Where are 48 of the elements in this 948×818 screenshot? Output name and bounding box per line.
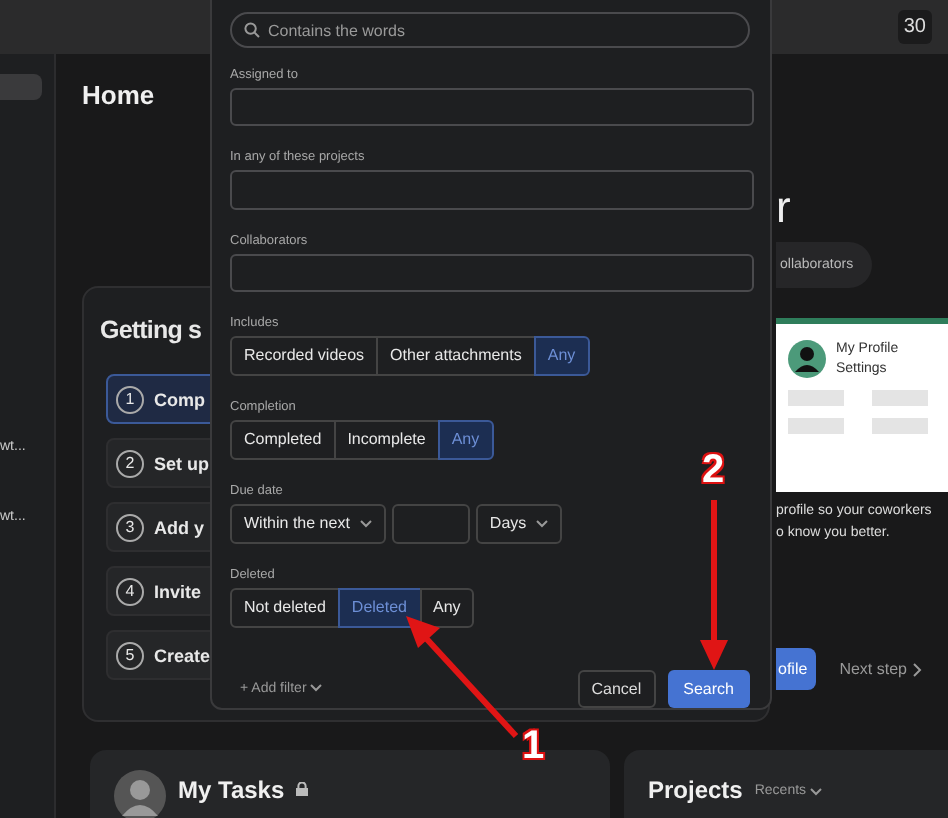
step-number: 1	[116, 385, 144, 413]
caret-icon	[810, 787, 823, 795]
input-field[interactable]	[230, 88, 754, 127]
step-number: 5	[116, 641, 144, 669]
caret-icon	[310, 684, 323, 693]
avatar-icon	[114, 770, 166, 818]
sidebar-search-field[interactable]	[0, 74, 42, 100]
placeholder-bar	[872, 418, 928, 434]
page-title: Home	[82, 80, 155, 110]
segment-option[interactable]: Other attachments	[376, 335, 536, 376]
cancel-button[interactable]: Cancel	[577, 669, 656, 708]
lock-icon	[296, 782, 309, 796]
chevron-right-icon	[912, 661, 923, 677]
card-title: My Tasks	[178, 776, 285, 804]
segment-option[interactable]: Incomplete	[333, 419, 440, 460]
step-number: 3	[116, 513, 144, 541]
segment-option[interactable]: Deleted	[337, 587, 421, 628]
step-number: 4	[116, 577, 144, 605]
count-badge: 30	[897, 10, 932, 44]
step-number: 2	[116, 449, 144, 477]
segment-option[interactable]: Recorded videos	[230, 335, 379, 376]
search-button[interactable]: Search	[667, 669, 750, 708]
caret-icon	[359, 519, 372, 528]
placeholder-bar	[788, 418, 844, 434]
range-dropdown[interactable]: Within the next	[230, 503, 386, 544]
profile-button[interactable]: ofile	[776, 648, 816, 690]
avatar-icon	[788, 340, 826, 378]
search-field[interactable]: Contains the words	[230, 12, 750, 48]
next-step-button[interactable]: Next step	[839, 660, 923, 678]
card-title: Projects	[648, 776, 743, 804]
segment-option[interactable]: Any	[533, 335, 590, 376]
annotation-number: 2	[702, 450, 725, 490]
segment-option[interactable]: Any	[419, 587, 475, 628]
section-heading: r	[776, 182, 793, 234]
unit-dropdown[interactable]: Days	[475, 503, 563, 544]
search-icon	[244, 22, 260, 38]
input-field[interactable]	[230, 253, 754, 292]
segment-option[interactable]: Not deleted	[230, 587, 340, 628]
input-field[interactable]	[230, 170, 754, 210]
card-title: Getting s	[100, 316, 202, 344]
annotation-number: 1	[522, 726, 545, 766]
segment-option[interactable]: Any	[437, 419, 494, 460]
number-field[interactable]	[391, 503, 470, 544]
annotation-arrow	[406, 616, 519, 739]
caret-icon	[536, 519, 549, 528]
placeholder-bar	[788, 390, 844, 406]
placeholder-bar	[872, 390, 928, 406]
segment-option[interactable]: Completed	[230, 419, 336, 460]
